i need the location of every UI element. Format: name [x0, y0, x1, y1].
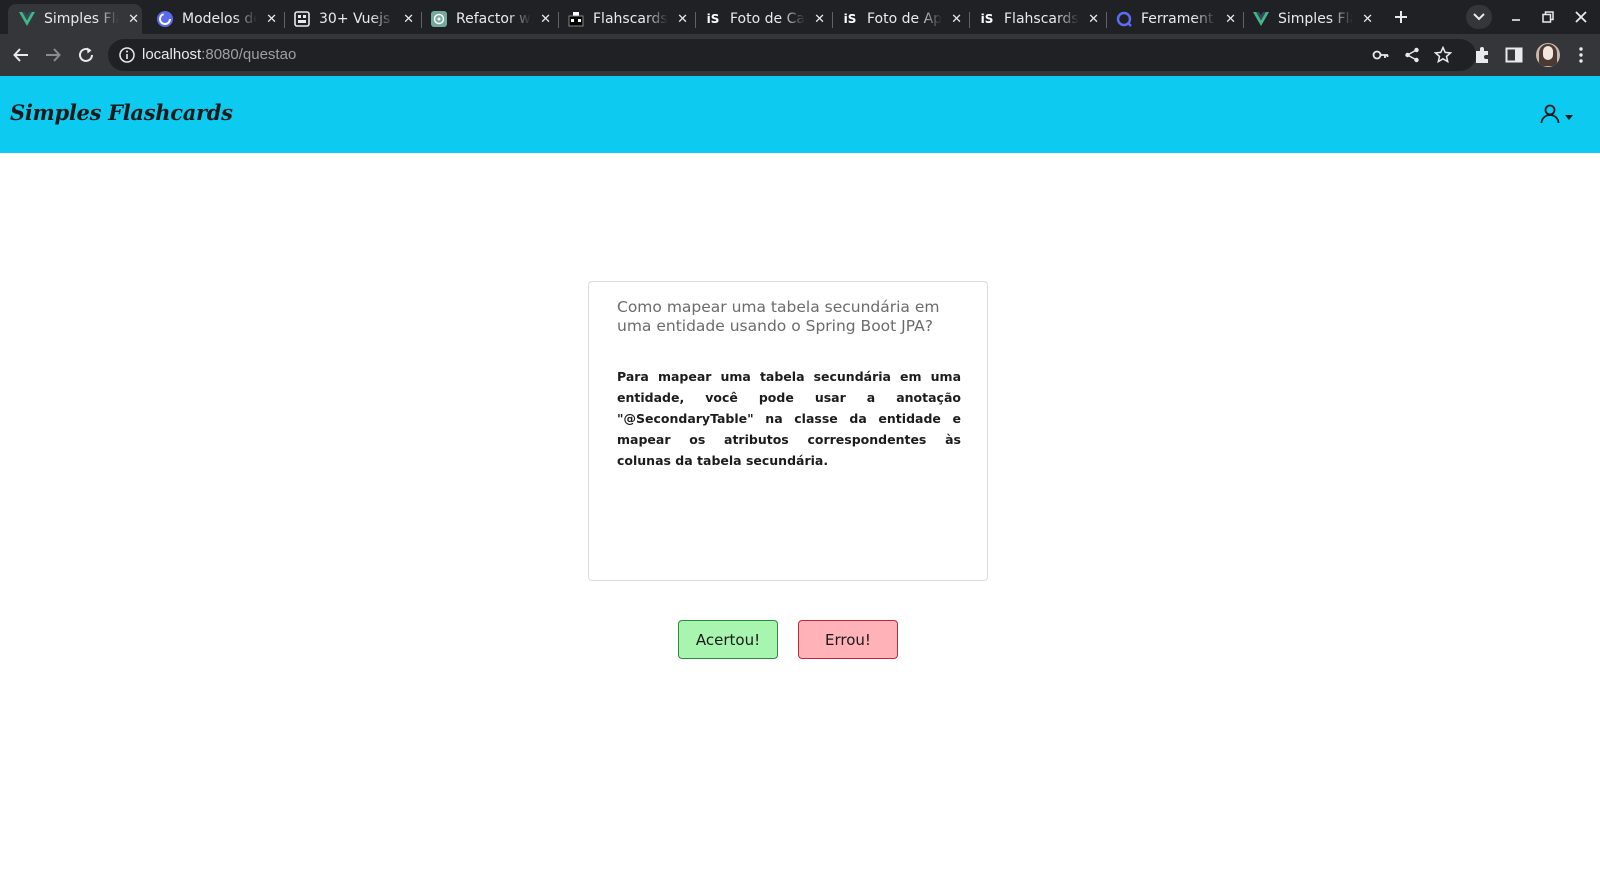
- tab-flahscards-2[interactable]: iS Flahscards ✕: [968, 4, 1102, 34]
- back-button[interactable]: [9, 43, 33, 67]
- minimize-icon: [1512, 19, 1520, 21]
- tab-title: Modelos de: [182, 11, 258, 27]
- restore-button[interactable]: [1537, 6, 1559, 28]
- tab-flahscards-1[interactable]: Flahscards ✕: [557, 4, 691, 34]
- close-tab-icon[interactable]: ✕: [1222, 10, 1239, 28]
- istock-icon: iS: [843, 12, 857, 26]
- tab-search-button[interactable]: [1466, 5, 1492, 29]
- close-tab-icon[interactable]: ✕: [674, 10, 691, 28]
- browser-toolbar: localhost:8080/questao: [0, 34, 1600, 76]
- close-tab-icon[interactable]: ✕: [811, 10, 828, 28]
- vue-icon: [18, 10, 36, 28]
- tab-title: Simples Fla: [1278, 11, 1354, 27]
- close-tab-icon[interactable]: ✕: [537, 10, 554, 28]
- app-header: Simples Flashcards: [0, 76, 1600, 153]
- tab-simples-flashcards-2[interactable]: Simples Fla ✕: [1242, 4, 1376, 34]
- share-icon[interactable]: [1403, 46, 1421, 64]
- tab-title: Flahscards: [1004, 11, 1079, 27]
- arrow-right-icon: [46, 48, 61, 62]
- url-text[interactable]: localhost:8080/questao: [142, 46, 296, 63]
- flashcard-answer: Para mapear uma tabela secundária em uma…: [617, 369, 961, 468]
- istock-icon: iS: [706, 12, 720, 26]
- chatgpt-icon: [430, 10, 448, 28]
- star-icon[interactable]: [1434, 46, 1452, 64]
- new-tab-button[interactable]: [1389, 5, 1413, 29]
- close-tab-icon[interactable]: ✕: [1359, 10, 1376, 28]
- close-tab-icon[interactable]: ✕: [400, 10, 417, 28]
- user-menu-toggle[interactable]: [1538, 100, 1574, 128]
- tab-title: Foto de Ap: [867, 11, 943, 27]
- canva-icon: [156, 10, 174, 28]
- forward-button[interactable]: [41, 43, 65, 67]
- close-tab-icon[interactable]: ✕: [125, 10, 142, 28]
- caret-down-icon: [1565, 114, 1573, 120]
- tab-simples-flashcards[interactable]: Simples Flashcards ✕: [8, 4, 142, 34]
- tab-title: Flahscards: [593, 11, 668, 27]
- flashcard-question: Como mapear uma tabela secundária em uma…: [617, 298, 940, 335]
- grid-page-icon: [293, 10, 311, 28]
- minimize-button[interactable]: [1505, 6, 1527, 28]
- wrong-button[interactable]: Errou!: [798, 620, 898, 659]
- profile-avatar[interactable]: [1536, 43, 1560, 67]
- tab-title: Foto de Ca: [730, 11, 805, 27]
- tab-ferramentas[interactable]: Ferrament ✕: [1105, 4, 1239, 34]
- correct-button[interactable]: Acertou!: [678, 620, 778, 659]
- plus-icon: [1395, 11, 1407, 23]
- url-path: :8080/questao: [201, 46, 297, 63]
- reload-button[interactable]: [74, 43, 98, 67]
- pixel-icon: [567, 10, 585, 28]
- url-host: localhost: [142, 46, 202, 63]
- tab-foto-ap[interactable]: iS Foto de Ap ✕: [831, 4, 965, 34]
- brand-logo[interactable]: Simples Flashcards: [10, 100, 233, 125]
- extensions-icon[interactable]: [1472, 45, 1492, 65]
- address-bar[interactable]: localhost:8080/questao: [108, 39, 1476, 71]
- tab-title: Simples Flashcards: [44, 11, 119, 27]
- tab-title: 30+ Vuejs P: [319, 11, 394, 27]
- close-tab-icon[interactable]: ✕: [1085, 10, 1102, 28]
- restore-icon: [1542, 11, 1554, 23]
- key-icon[interactable]: [1372, 46, 1390, 64]
- tab-vuejs[interactable]: 30+ Vuejs P ✕: [283, 4, 417, 34]
- close-icon: [1575, 11, 1587, 23]
- tab-title: Refactor wi: [456, 11, 532, 27]
- search-circle-icon: [1115, 10, 1133, 28]
- arrow-left-icon: [13, 48, 28, 62]
- close-tab-icon[interactable]: ✕: [948, 10, 965, 28]
- tab-modelos[interactable]: Modelos de ✕: [146, 4, 280, 34]
- kebab-menu-icon[interactable]: [1571, 45, 1591, 65]
- flashcard[interactable]: Como mapear uma tabela secundária em uma…: [588, 281, 988, 581]
- vue-icon: [1252, 10, 1270, 28]
- side-panel-icon[interactable]: [1504, 45, 1524, 65]
- istock-icon: iS: [980, 12, 994, 26]
- avatar-face: [1543, 46, 1553, 60]
- tab-strip: Simples Flashcards ✕ Modelos de ✕ 30+ Vu…: [0, 0, 1600, 34]
- close-window-button[interactable]: [1570, 6, 1592, 28]
- close-tab-icon[interactable]: ✕: [263, 10, 280, 28]
- tab-foto-ca[interactable]: iS Foto de Ca ✕: [694, 4, 828, 34]
- user-icon: [1540, 104, 1560, 124]
- reload-icon: [79, 47, 93, 62]
- info-icon[interactable]: [118, 46, 136, 64]
- tab-title: Ferrament: [1141, 11, 1214, 27]
- chevron-down-icon: [1473, 13, 1485, 21]
- tab-refactor[interactable]: Refactor wi ✕: [420, 4, 554, 34]
